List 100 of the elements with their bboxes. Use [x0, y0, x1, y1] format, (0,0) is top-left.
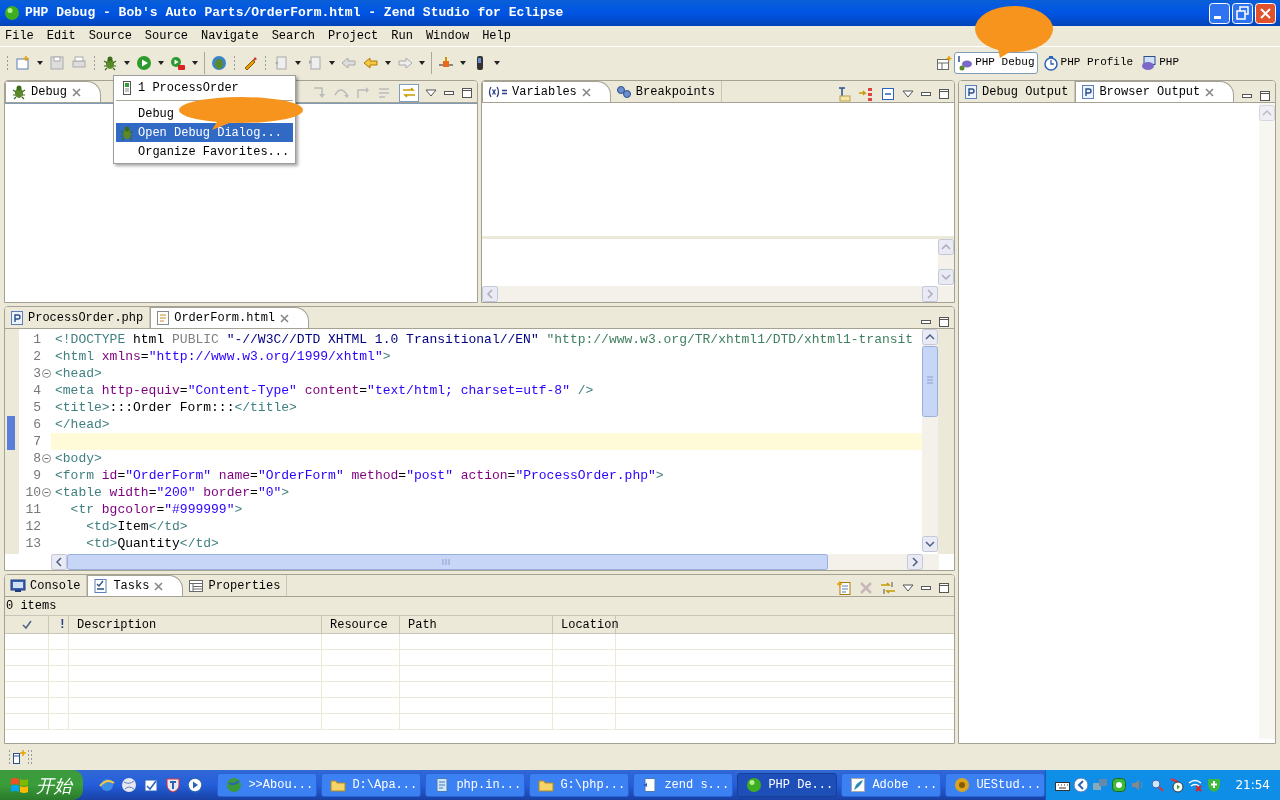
toolbar-grip[interactable] — [27, 749, 30, 765]
horizontal-scrollbar[interactable] — [482, 286, 954, 302]
close-icon[interactable] — [580, 86, 592, 98]
shield-icon[interactable] — [165, 777, 182, 793]
caret-icon[interactable] — [158, 60, 164, 65]
collapse-all-icon[interactable] — [880, 86, 896, 102]
view-tab[interactable]: Tasks — [87, 575, 184, 596]
taskbar-button[interactable]: UEStud... — [945, 773, 1046, 797]
run-icon[interactable] — [136, 54, 152, 71]
profile-icon[interactable] — [170, 54, 186, 71]
vertical-scrollbar[interactable] — [938, 239, 954, 285]
caret-icon[interactable] — [419, 60, 425, 65]
maximize-icon[interactable] — [938, 582, 950, 594]
toolbar-grip[interactable] — [30, 749, 33, 765]
column-header[interactable]: Path — [400, 616, 553, 633]
caret-icon[interactable] — [295, 60, 301, 65]
menu-item[interactable]: Source — [88, 27, 132, 45]
maximize-icon[interactable] — [938, 88, 950, 100]
add-task-icon[interactable] — [836, 580, 852, 596]
restore-button[interactable] — [1232, 2, 1253, 24]
view-tab[interactable]: ProcessOrder.php — [5, 307, 151, 328]
column-header[interactable]: Description — [69, 616, 322, 633]
toolbar-grip[interactable] — [6, 54, 9, 71]
column-header[interactable]: Resource — [322, 616, 400, 633]
close-icon[interactable] — [279, 312, 291, 324]
wireless-off-icon[interactable] — [1187, 777, 1204, 793]
caret-icon[interactable] — [124, 60, 130, 65]
chevron-icon[interactable] — [1073, 777, 1090, 793]
close-button[interactable] — [1255, 2, 1276, 24]
view-tab[interactable]: Console — [5, 575, 88, 596]
ring-icon[interactable] — [1111, 777, 1128, 793]
column-header[interactable]: ! — [49, 616, 69, 633]
caret-icon[interactable] — [192, 60, 198, 65]
menu-item[interactable]: Window — [425, 27, 470, 45]
maximize-icon[interactable] — [461, 87, 473, 99]
vertical-scrollbar[interactable] — [922, 329, 938, 552]
globe-bug-icon[interactable] — [211, 54, 227, 71]
globe-icon[interactable] — [121, 777, 138, 793]
play-icon[interactable] — [1168, 777, 1185, 793]
menu-item[interactable]: Run — [391, 27, 413, 45]
view-menu-icon[interactable] — [902, 90, 914, 98]
menu-item[interactable]: File — [5, 27, 34, 45]
close-icon[interactable] — [1204, 86, 1216, 98]
shield-icon[interactable] — [1206, 777, 1223, 793]
view-tab[interactable]: Variables — [482, 81, 611, 102]
toolbar-grip[interactable] — [264, 54, 267, 71]
taskbar-button[interactable]: zend s... — [633, 773, 734, 797]
caret-icon[interactable] — [460, 60, 466, 65]
step-filters-icon[interactable] — [399, 84, 419, 102]
view-menu-icon[interactable] — [425, 89, 437, 97]
debug-icon[interactable] — [102, 54, 118, 71]
taskbar-button[interactable]: G:\php... — [529, 773, 630, 797]
minimize-button[interactable] — [1209, 2, 1230, 24]
column-header[interactable]: Location — [553, 616, 616, 633]
caret-icon[interactable] — [494, 60, 500, 65]
brush-icon[interactable] — [242, 54, 258, 71]
taskbar-button[interactable]: Adobe ... — [841, 773, 942, 797]
toolbar-grip[interactable] — [93, 54, 96, 71]
menu-item[interactable]: Help — [482, 27, 511, 45]
magnifier-icon[interactable] — [1149, 777, 1166, 793]
menu-item[interactable]: Navigate — [201, 27, 259, 45]
taskbar-button[interactable]: D:\Apa... — [321, 773, 422, 797]
caret-icon[interactable] — [329, 60, 335, 65]
view-tab[interactable]: Browser Output — [1075, 81, 1235, 102]
media-player-icon[interactable] — [187, 777, 204, 793]
menu-item[interactable]: 1 ProcessOrder — [116, 78, 293, 97]
taskbar-button[interactable]: php.in... — [425, 773, 526, 797]
fold-toggle-icon[interactable] — [41, 369, 51, 378]
view-menu-icon[interactable] — [902, 584, 914, 592]
caret-icon[interactable] — [385, 60, 391, 65]
menu-item[interactable]: Search — [271, 27, 315, 45]
menu-item[interactable]: Project — [327, 27, 379, 45]
perspective-button[interactable]: PHP — [1138, 51, 1182, 74]
menu-item[interactable]: Open Debug Dialog... — [116, 123, 293, 142]
vertical-scrollbar[interactable] — [1259, 103, 1275, 739]
show-logical-structure-icon[interactable] — [858, 86, 874, 102]
open-perspective-icon[interactable] — [936, 54, 953, 71]
menu-item[interactable]: Edit — [46, 27, 76, 45]
view-tab[interactable]: Debug — [5, 81, 101, 102]
close-icon[interactable] — [153, 580, 165, 592]
maximize-icon[interactable] — [938, 316, 950, 328]
view-tab[interactable]: OrderForm.html — [150, 307, 310, 328]
toolbar-grip[interactable] — [233, 54, 236, 71]
perspective-button[interactable]: PHP Profile — [1039, 51, 1137, 74]
start-button[interactable]: 开始 — [0, 770, 84, 800]
browser-icon[interactable] — [99, 777, 116, 793]
taskbar-button[interactable]: PHP De... — [737, 773, 838, 797]
toolbar-grip[interactable] — [8, 749, 11, 765]
maximize-icon[interactable] — [1259, 90, 1271, 102]
view-tab[interactable]: Debug Output — [959, 81, 1076, 102]
show-type-names-icon[interactable] — [836, 86, 852, 102]
menu-item[interactable]: Organize Favorites... — [116, 142, 293, 161]
fast-view-icon[interactable] — [11, 749, 27, 765]
fold-toggle-icon[interactable] — [41, 488, 51, 497]
fold-toggle-icon[interactable] — [41, 454, 51, 463]
caret-icon[interactable] — [37, 60, 43, 65]
menu-item[interactable]: Source — [144, 27, 189, 45]
perspective-button[interactable]: PHP Debug — [954, 51, 1038, 74]
taskbar-button[interactable]: >>Abou... — [217, 773, 318, 797]
close-icon[interactable] — [71, 86, 82, 98]
